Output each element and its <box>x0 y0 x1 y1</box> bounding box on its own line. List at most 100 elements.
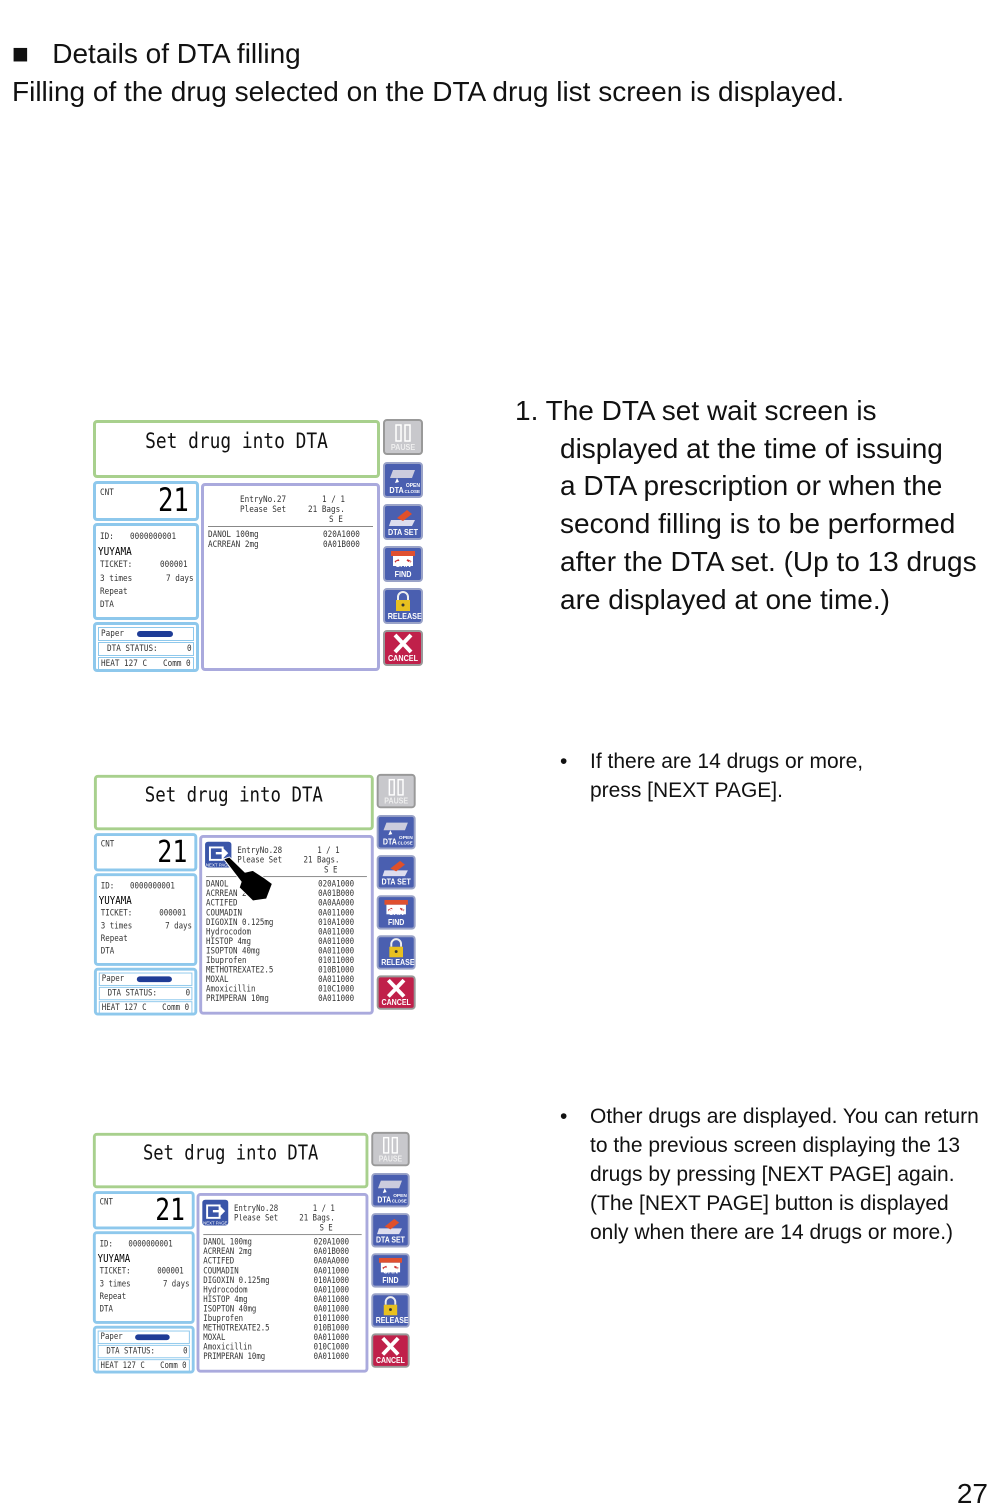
dta-label: DTA <box>100 946 115 957</box>
drug-code: 0A011000 <box>313 1295 350 1305</box>
drug-code: 020A1000 <box>313 1237 350 1248</box>
patient-panel: ID: 0000000001 YUYAMA TICKET: 000001 3 times 7… <box>93 873 198 966</box>
drug-name: Amoxicillin <box>206 984 256 995</box>
repeat: Repeat <box>100 587 128 597</box>
drug-code: 010B1000 <box>313 1323 350 1334</box>
dta-screen-3: Set drug into DTA CNT 21 ID: 0000000001 YUYAM… <box>90 1130 412 1374</box>
id-value: 0000000001 <box>130 881 175 892</box>
dta-status-row: DTA STATUS: 0 <box>98 986 193 1001</box>
drug-name: PRIMPERAN 10mg <box>206 994 269 1005</box>
cancel-button[interactable]: CANCEL <box>371 1333 410 1368</box>
dta-set-button[interactable]: DTA SET <box>371 1213 410 1248</box>
note-line: press [NEXT PAGE]. <box>590 779 783 802</box>
heat-comm-row: HEAT 127 C Comm 0 <box>98 1001 193 1015</box>
drug-row: DANOL 100mg 020A1000 <box>199 1238 365 1248</box>
drug-name: HISTOP 4mg <box>203 1295 248 1305</box>
pause-button[interactable]: PAUSE <box>376 773 416 809</box>
can-find-button[interactable]: CAN FIND <box>376 895 416 930</box>
manual-page: { "heading": {"bullet": "■", "title": "D… <box>0 0 1004 1506</box>
page-indicator: 1 / 1 <box>317 846 340 857</box>
pause-button[interactable]: PAUSE <box>371 1131 410 1167</box>
drug-row: METHOTREXATE2.5 010B1000 <box>202 966 371 976</box>
please-set: Please Set <box>234 1214 279 1224</box>
cancel-button[interactable]: CANCEL <box>376 975 416 1010</box>
title-panel: Set drug into DTA <box>92 1132 369 1189</box>
can-find-button[interactable]: CAN FIND <box>371 1253 410 1288</box>
ticket-label: TICKET: <box>100 908 133 919</box>
drug-name: DIGOXIN 0.125mg <box>206 918 274 928</box>
paper-row: Paper <box>97 1330 190 1344</box>
cancel-button[interactable]: CANCEL <box>383 630 423 666</box>
drug-code: 0A01B000 <box>313 1247 350 1258</box>
section-heading: ■ Details of DTA filling <box>12 38 301 70</box>
paper-label: Paper <box>101 629 125 639</box>
days: 7 days <box>166 574 194 584</box>
can-find-button[interactable]: CAN FIND <box>383 546 423 582</box>
drug-code: 0A01B000 <box>323 540 360 550</box>
drug-code: 020A1000 <box>318 879 355 890</box>
drug-name: COUMADIN <box>203 1266 239 1277</box>
note-line: If there are 14 drugs or more, <box>590 750 864 773</box>
page-indicator: 1 / 1 <box>322 495 346 505</box>
id-label: ID: <box>100 881 115 892</box>
next-page-button[interactable]: NEXT PAGE <box>202 1199 229 1226</box>
drug-name: MOXAL <box>206 975 229 985</box>
drug-row: PRIMPERAN 10mg 0A011000 <box>199 1353 365 1363</box>
button-label: CAN FIND <box>394 559 412 579</box>
drug-row: HISTOP 4mg 0A011000 <box>202 937 371 947</box>
count-label: CNT <box>99 1197 113 1208</box>
patient-panel: ID: 0000000001 YUYAMA TICKET: 000001 3 times 7… <box>92 1231 195 1324</box>
release-button[interactable]: RELEASE <box>383 588 423 624</box>
count-panel: CNT 21 <box>93 481 199 521</box>
note-line: only when there are 14 drugs or more.) <box>590 1221 954 1244</box>
dta-open-close-button[interactable]: DTA OPEN CLOSE <box>376 814 416 850</box>
drug-row: HISTOP 4mg 0A011000 <box>199 1295 365 1305</box>
button-label: RELEASE <box>387 611 422 621</box>
drug-name: MOXAL <box>203 1333 226 1343</box>
screen-title: Set drug into DTA <box>142 1141 319 1165</box>
note-line: drugs by pressing [NEXT PAGE] again. <box>590 1163 955 1186</box>
release-button[interactable]: RELEASE <box>376 935 416 970</box>
dta-status-label: DTA STATUS: <box>107 988 157 999</box>
id-label: ID: <box>100 532 114 542</box>
drug-name: ISOPTON 40mg <box>203 1304 257 1315</box>
drug-code: 0A011000 <box>313 1285 350 1296</box>
dta-set-icon <box>377 1218 402 1235</box>
pause-button[interactable]: PAUSE <box>383 419 423 455</box>
drug-list-panel: NEXT PAGE EntryNo.28 1 / 1 Please Set 21 Bag… <box>199 835 374 1015</box>
button-label: DTA SET <box>376 1235 405 1245</box>
button-label: CANCEL <box>387 653 419 663</box>
bag-count: 21 Bags. <box>308 505 345 515</box>
ticket-label: TICKET: <box>100 560 133 570</box>
drug-code: 010C1000 <box>313 1342 350 1353</box>
screen-title: Set drug into DTA <box>144 783 323 807</box>
dta-status-value: 0 <box>183 1346 188 1357</box>
drug-row: DANOL 100mg 020A1000 <box>204 530 377 540</box>
step-line: 1. The DTA set wait screen is <box>515 395 877 426</box>
dta-open-close-button[interactable]: DTA OPEN CLOSE <box>383 462 423 498</box>
bullet: • <box>560 750 568 773</box>
dta-set-button[interactable]: DTA SET <box>383 504 423 540</box>
drug-row: METHOTREXATE2.5 010B1000 <box>199 1324 365 1334</box>
comm-value: Comm 0 <box>162 1003 190 1013</box>
drug-row: Hydrocodom 0A011000 <box>202 928 371 938</box>
step-line: displayed at the time of issuing <box>560 432 943 464</box>
drug-code: 010A1000 <box>313 1276 350 1286</box>
button-label: PAUSE <box>390 442 416 452</box>
id-value: 0000000001 <box>128 1239 173 1250</box>
drug-row: MOXAL 0A011000 <box>202 975 371 985</box>
title-panel: Set drug into DTA <box>93 420 380 478</box>
comm-value: Comm 0 <box>160 1361 187 1371</box>
dta-set-icon <box>389 510 415 526</box>
paper-row: Paper <box>98 972 193 986</box>
paper-level-bar <box>136 976 172 983</box>
status-panel: Paper DTA STATUS: 0 HEAT 127 C Comm 0 <box>93 967 198 1016</box>
days: 7 days <box>165 921 193 932</box>
drug-code: 0A0AA000 <box>313 1257 350 1267</box>
close-x-icon <box>381 1336 400 1356</box>
paper-label: Paper <box>100 1332 123 1343</box>
dta-set-button[interactable]: DTA SET <box>376 855 416 890</box>
drug-name: COUMADIN <box>206 908 242 919</box>
dta-open-close-button[interactable]: DTA OPEN CLOSE <box>371 1172 410 1208</box>
release-button[interactable]: RELEASE <box>371 1293 410 1328</box>
